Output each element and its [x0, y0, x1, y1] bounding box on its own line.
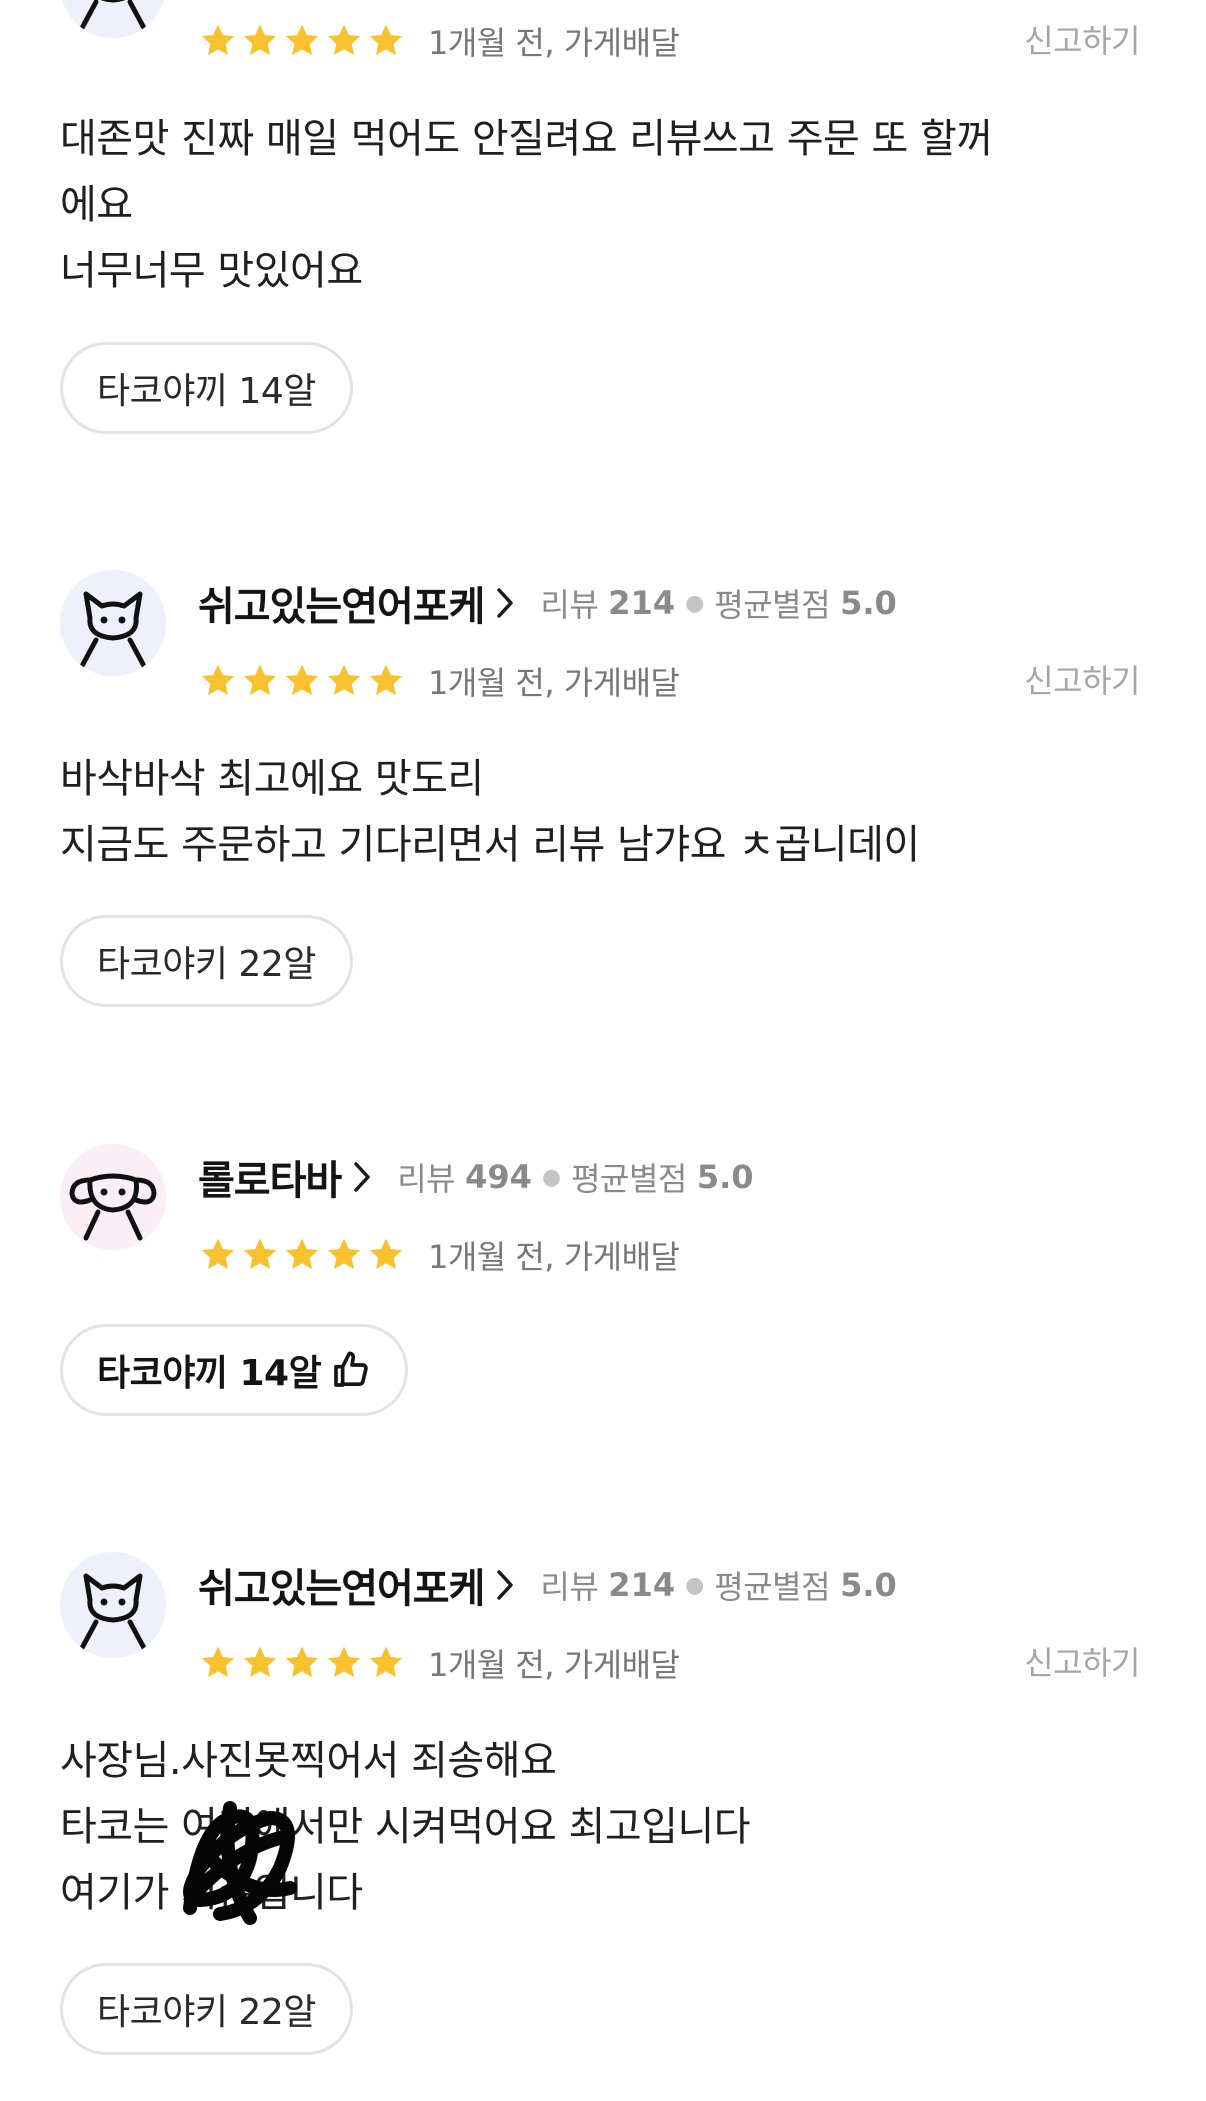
- menu-chip[interactable]: 타코야키 22알: [60, 915, 353, 1007]
- star-icon: [202, 1646, 234, 1677]
- review-count-label: 리뷰: [540, 1568, 599, 1606]
- star-rating: [198, 1643, 406, 1683]
- review-count-label: 리뷰: [397, 1160, 456, 1198]
- report-button[interactable]: 신고하기: [1024, 1638, 1140, 1684]
- star-icon: [244, 24, 276, 55]
- avg-rating: 5.0: [840, 584, 897, 622]
- cat-avatar-icon[interactable]: [60, 1552, 166, 1658]
- star-icon: [328, 1646, 360, 1677]
- menu-chip-label: 타코야끼 14알: [97, 1353, 322, 1394]
- rating-row: 1개월 전, 가게배달: [198, 1232, 680, 1278]
- separator-dot: ●: [685, 1572, 705, 1598]
- star-icon: [202, 24, 234, 55]
- star-rating: [198, 661, 406, 701]
- avg-rating-label: 평균별점: [714, 1568, 831, 1606]
- star-icon: [370, 1646, 402, 1677]
- review-count: 494: [465, 1158, 532, 1196]
- review-count: 214: [608, 1566, 676, 1604]
- separator-dot: ●: [685, 590, 705, 616]
- star-icon: [244, 1646, 276, 1677]
- reviewer-info: 쉬고있는연어포케 리뷰 214 ● 평균별점 5.0: [198, 578, 897, 630]
- star-icon: [286, 1238, 318, 1269]
- star-icon: [202, 664, 234, 695]
- reviewer-nickname[interactable]: 쉬고있는연어포케: [198, 574, 485, 632]
- review-time: 1개월 전, 가게배달: [428, 1238, 680, 1276]
- review-count: 214: [608, 584, 676, 622]
- rating-row: 1개월 전, 가게배달: [198, 18, 680, 64]
- scribble-redaction: [183, 1801, 297, 1925]
- star-rating: [198, 21, 406, 61]
- report-button[interactable]: 신고하기: [1024, 656, 1140, 702]
- menu-chip[interactable]: 타코야끼 14알: [60, 342, 353, 434]
- reviewer-info: 롤로타바 리뷰 494 ● 평균별점 5.0: [198, 1152, 754, 1204]
- star-icon: [370, 1238, 402, 1269]
- menu-chip[interactable]: 타코야끼 14알: [60, 1324, 409, 1416]
- dog-avatar-icon[interactable]: [60, 1144, 166, 1250]
- reviewer-info: 쉬고있는연어포케 리뷰 214 ● 평균별점 5.0: [198, 1560, 897, 1612]
- reviewer-nickname[interactable]: 쉬고있는연어포케: [198, 1556, 485, 1614]
- review-count-label: 리뷰: [540, 586, 599, 624]
- menu-chip-label: 타코야끼 14알: [97, 371, 316, 412]
- cat-avatar-icon[interactable]: [60, 570, 166, 676]
- chevron-right-icon[interactable]: [353, 1161, 371, 1193]
- avg-rating-label: 평균별점: [571, 1160, 687, 1198]
- review-text: 바삭바삭 최고에요 맛도리 지금도 주문하고 기다리면서 리뷰 남갸요 ㅊ곱니데…: [60, 756, 920, 868]
- rating-row: 1개월 전, 가게배달: [198, 658, 680, 704]
- star-icon: [370, 664, 402, 695]
- report-button[interactable]: 신고하기: [1024, 16, 1140, 62]
- reviewer-nickname[interactable]: 롤로타바: [198, 1148, 342, 1206]
- chevron-right-icon[interactable]: [496, 587, 514, 619]
- star-icon: [328, 664, 360, 695]
- star-icon: [370, 24, 402, 55]
- star-icon: [286, 1646, 318, 1677]
- thumbs-up-icon: [331, 1350, 371, 1390]
- avg-rating: 5.0: [696, 1158, 754, 1196]
- avg-rating: 5.0: [840, 1566, 897, 1604]
- star-icon: [202, 1238, 234, 1269]
- separator-dot: ●: [541, 1164, 562, 1190]
- star-icon: [328, 1238, 360, 1269]
- star-icon: [286, 664, 318, 695]
- star-icon: [328, 24, 360, 55]
- menu-chip-label: 타코야키 22알: [97, 944, 316, 985]
- cat-avatar-icon[interactable]: [60, 0, 166, 38]
- avg-rating-label: 평균별점: [714, 586, 831, 624]
- star-rating: [198, 1235, 406, 1275]
- review-text: 대존맛 진짜 매일 먹어도 안질려요 리뷰쓰고 주문 또 할꺼 에요 너무너무 …: [60, 116, 993, 294]
- review-time: 1개월 전, 가게배달: [428, 24, 680, 62]
- star-icon: [286, 24, 318, 55]
- menu-chip[interactable]: 타코야키 22알: [60, 1963, 353, 2055]
- review-time: 1개월 전, 가게배달: [428, 1646, 680, 1684]
- menu-chip-label: 타코야키 22알: [97, 1992, 316, 2033]
- chevron-right-icon[interactable]: [496, 1569, 514, 1601]
- star-icon: [244, 664, 276, 695]
- review-time: 1개월 전, 가게배달: [428, 664, 680, 702]
- star-icon: [244, 1238, 276, 1269]
- rating-row: 1개월 전, 가게배달: [198, 1640, 680, 1686]
